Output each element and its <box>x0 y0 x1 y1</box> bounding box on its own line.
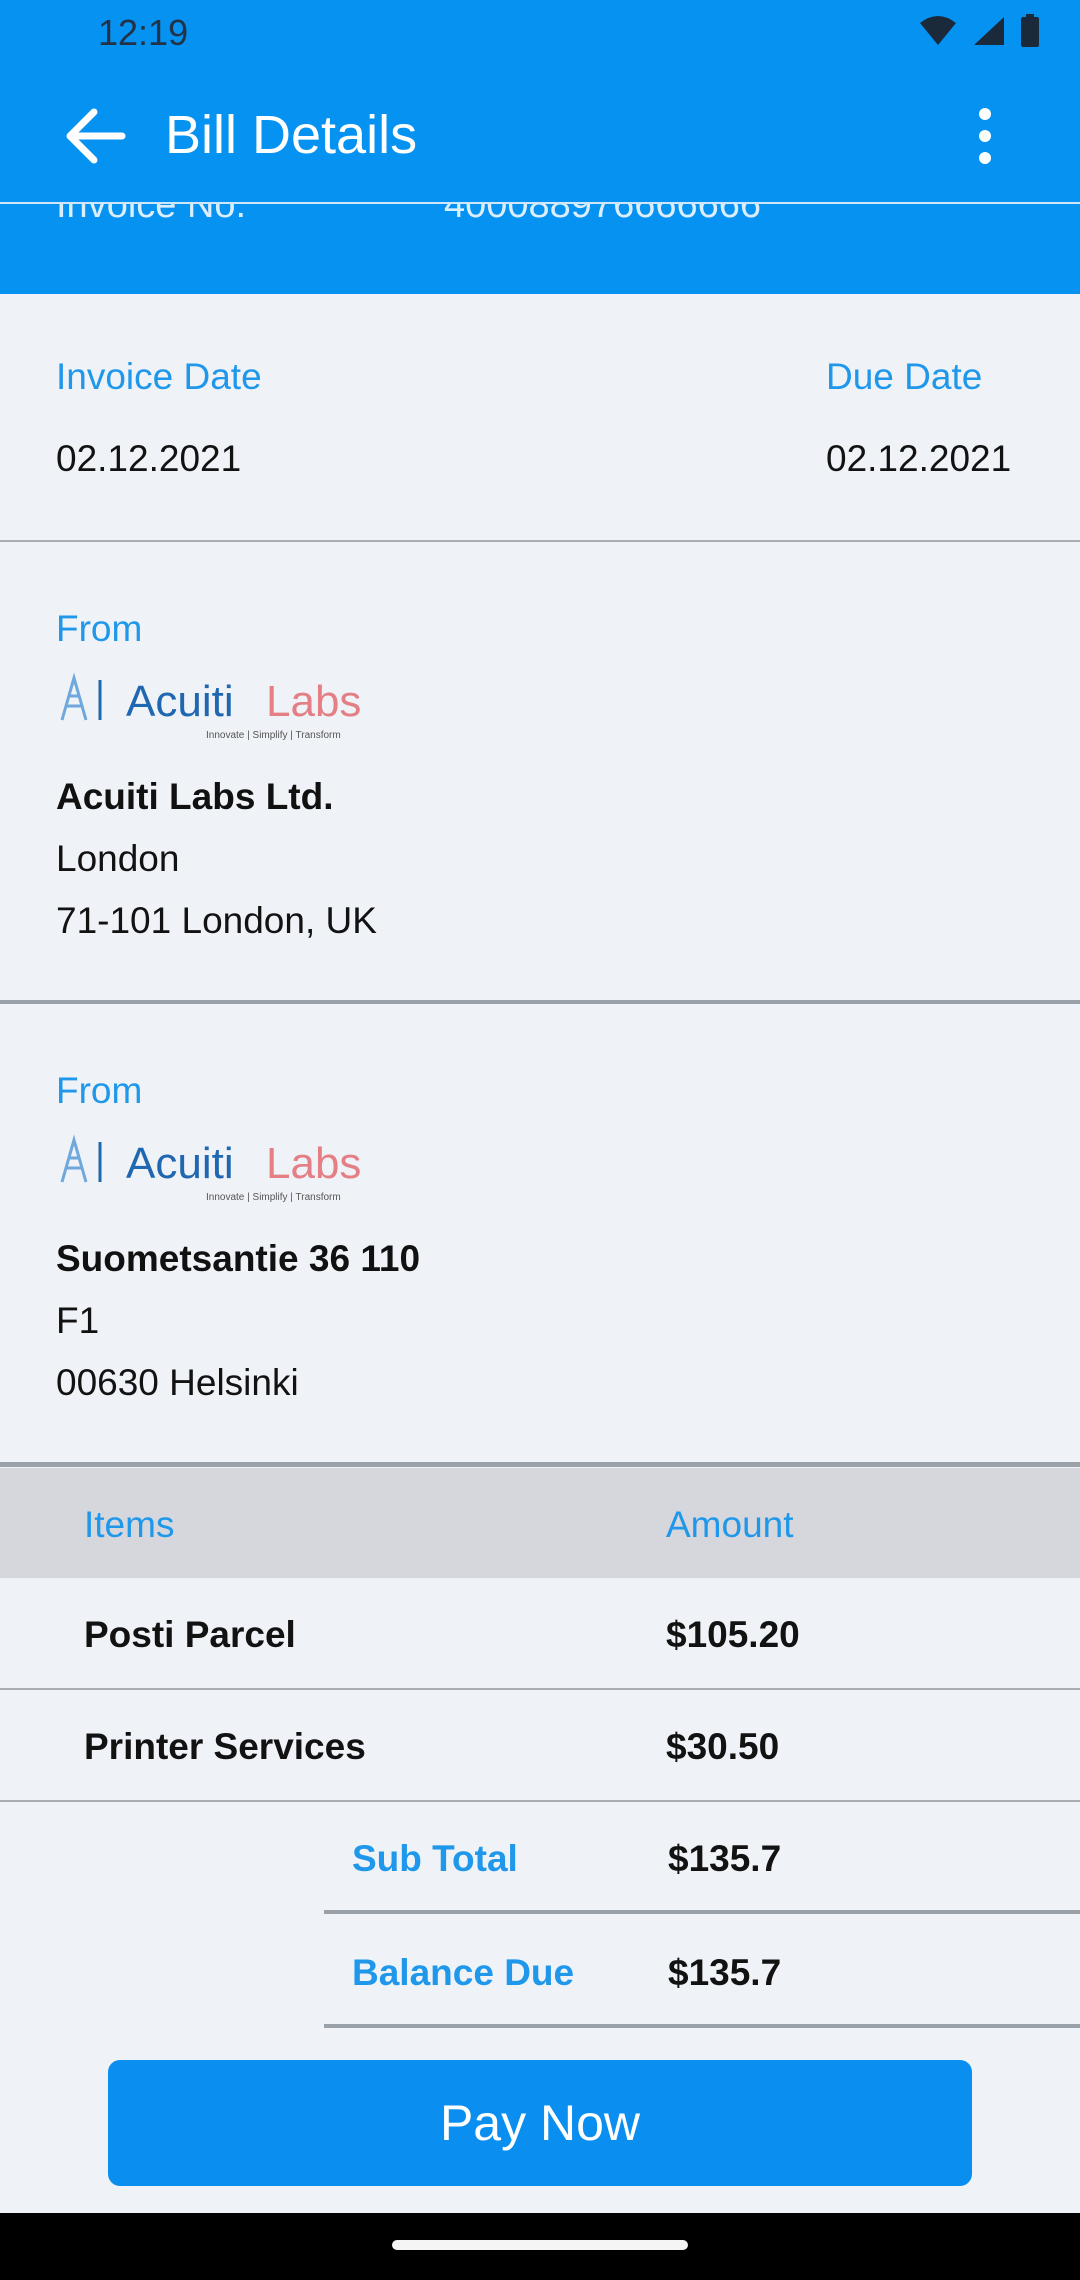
status-icons <box>918 14 1040 48</box>
acuitilabs-logo: Acuiti Labs Innovate | Simplify | Transf… <box>60 672 361 741</box>
from-address-line2: 00630 Helsinki <box>56 1362 299 1403</box>
battery-icon <box>1021 14 1039 47</box>
from-label: From <box>56 608 143 649</box>
status-bar: 12:19 <box>0 0 1080 66</box>
svg-text:Innovate | Simplify | Transfor: Innovate | Simplify | Transform <box>206 1192 341 1203</box>
more-vert-icon[interactable] <box>970 104 1000 168</box>
signal-icon <box>974 17 1004 45</box>
invoice-date-value: 02.12.2021 <box>56 438 242 479</box>
svg-text:Innovate | Simplify | Transfor: Innovate | Simplify | Transform <box>206 730 341 741</box>
status-time: 12:19 <box>98 12 189 53</box>
divider <box>0 540 1080 542</box>
wifi-icon <box>920 16 956 45</box>
item-name: Posti Parcel <box>84 1614 296 1655</box>
table-row: Printer Services $30.50 <box>0 1690 1080 1800</box>
subtotal-value: $135.7 <box>668 1838 782 1879</box>
items-table-header: Items Amount <box>0 1468 1080 1578</box>
table-row: Posti Parcel $105.20 <box>0 1578 1080 1688</box>
items-header: Items <box>84 1504 175 1545</box>
svg-text:Acuiti: Acuiti <box>126 677 234 726</box>
divider <box>324 1910 1080 1914</box>
subtotal-label: Sub Total <box>352 1838 518 1879</box>
invoice-number-band: Invoice No. 400088976666666 <box>0 204 1080 294</box>
page-title: Bill Details <box>165 105 418 165</box>
back-arrow-icon[interactable] <box>60 104 130 168</box>
svg-text:Labs: Labs <box>266 677 361 726</box>
invoice-number-value: 400088976666666 <box>444 204 762 226</box>
acuitilabs-logo: Acuiti Labs Innovate | Simplify | Transf… <box>60 1134 361 1203</box>
from-address-line1: F1 <box>56 1300 100 1341</box>
from-company-name: Acuiti Labs Ltd. <box>56 776 334 817</box>
item-name: Printer Services <box>84 1726 366 1767</box>
due-date-value: 02.12.2021 <box>826 438 1012 479</box>
from-address-line1: London <box>56 838 180 879</box>
invoice-date-label: Invoice Date <box>56 356 262 397</box>
due-date-label: Due Date <box>826 356 983 397</box>
invoice-number-label: Invoice No. <box>56 204 247 226</box>
divider <box>0 1000 1080 1004</box>
home-gesture-handle[interactable] <box>392 2240 688 2250</box>
divider <box>324 2024 1080 2028</box>
app-bar <box>0 66 1080 202</box>
svg-text:Acuiti: Acuiti <box>126 1139 234 1188</box>
amount-header: Amount <box>666 1504 794 1545</box>
pay-now-button[interactable]: Pay Now <box>108 2060 972 2186</box>
svg-text:Labs: Labs <box>266 1139 361 1188</box>
balance-due-label: Balance Due <box>352 1952 575 1993</box>
divider <box>0 1462 1080 1467</box>
divider <box>0 1800 1080 1802</box>
item-amount: $105.20 <box>666 1614 800 1655</box>
item-amount: $30.50 <box>666 1726 780 1767</box>
from-address-line2: 71-101 London, UK <box>56 900 377 941</box>
from-address-name: Suometsantie 36 110 <box>56 1238 421 1279</box>
balance-due-value: $135.7 <box>668 1952 782 1993</box>
from-label: From <box>56 1070 143 1111</box>
